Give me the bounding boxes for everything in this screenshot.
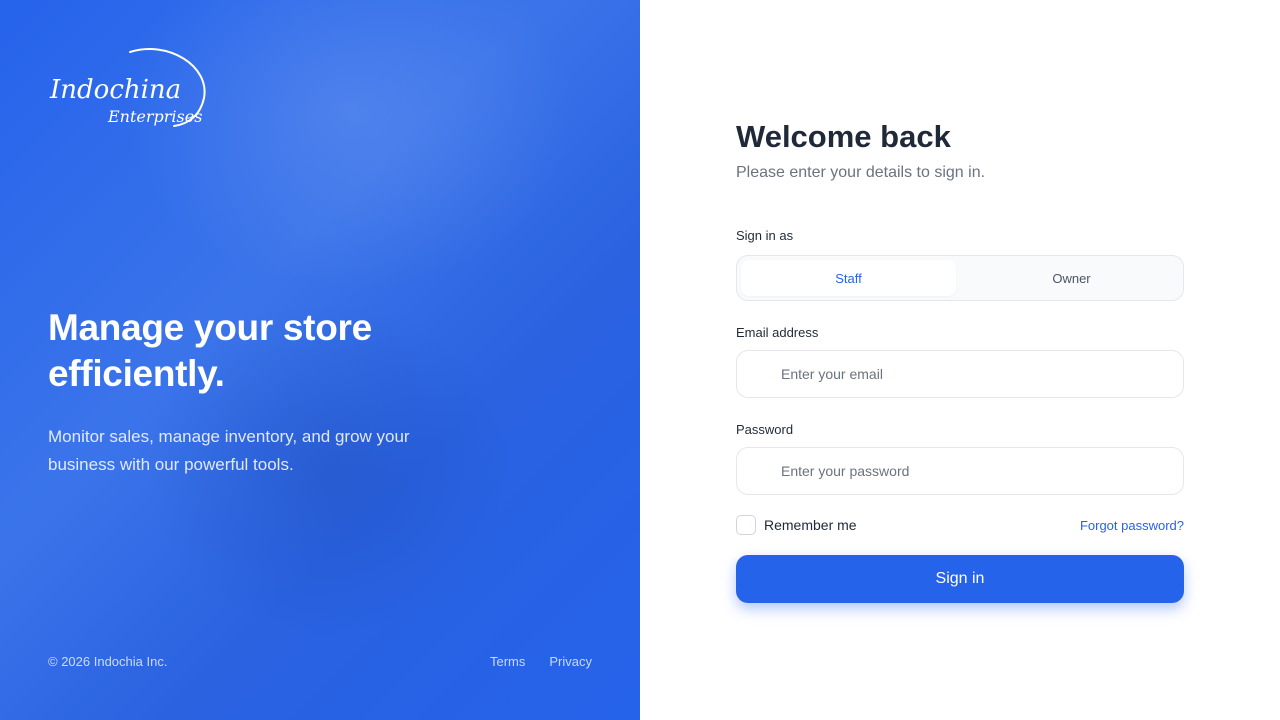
form-subtitle: Please enter your details to sign in. xyxy=(736,164,986,181)
role-option-owner[interactable]: Owner xyxy=(964,260,1179,296)
signin-form: Welcome back Please enter your details t… xyxy=(736,118,1184,603)
forgot-password-link[interactable]: Forgot password? xyxy=(1080,518,1184,533)
signin-button[interactable]: Sign in xyxy=(736,555,1184,603)
email-input[interactable] xyxy=(781,366,1141,382)
terms-link[interactable]: Terms xyxy=(490,654,525,669)
remember-me-label: Remember me xyxy=(764,517,857,533)
mail-icon xyxy=(753,364,773,384)
remember-me[interactable]: Remember me xyxy=(736,515,857,535)
email-label: Email address xyxy=(736,325,819,340)
logo-wordmark-secondary: Enterprises xyxy=(107,107,202,126)
hero-subtitle: Monitor sales, manage inventory, and gro… xyxy=(48,427,410,474)
hero-title: Manage your store efficiently. xyxy=(48,307,372,394)
role-selector: Staff Owner xyxy=(736,255,1184,301)
form-options-row: Remember me Forgot password? xyxy=(736,515,1184,535)
form-title: Welcome back xyxy=(736,119,951,154)
email-field-wrapper xyxy=(736,350,1184,398)
remember-me-checkbox[interactable] xyxy=(736,515,756,535)
privacy-link[interactable]: Privacy xyxy=(549,654,592,669)
hero-section: Manage your store efficiently. Monitor s… xyxy=(48,305,468,479)
logo-wordmark-primary: Indochina xyxy=(49,75,181,105)
brand-footer: © 2026 Indochia Inc. Terms Privacy xyxy=(48,654,592,669)
password-input[interactable] xyxy=(781,463,1141,479)
role-label: Sign in as xyxy=(736,228,794,243)
brand-logo: Indochina Enterprises xyxy=(48,46,210,130)
logo-mark: Indochina Enterprises xyxy=(49,48,206,127)
footer-links: Terms Privacy xyxy=(490,654,592,669)
brand-panel: Indochina Enterprises Manage your store … xyxy=(0,0,640,720)
password-field-wrapper xyxy=(736,447,1184,495)
copyright-text: © 2026 Indochia Inc. xyxy=(48,654,168,669)
password-label: Password xyxy=(736,422,794,437)
lock-icon xyxy=(753,461,773,481)
role-option-staff[interactable]: Staff xyxy=(741,260,956,296)
signin-panel: Welcome back Please enter your details t… xyxy=(640,0,1280,720)
